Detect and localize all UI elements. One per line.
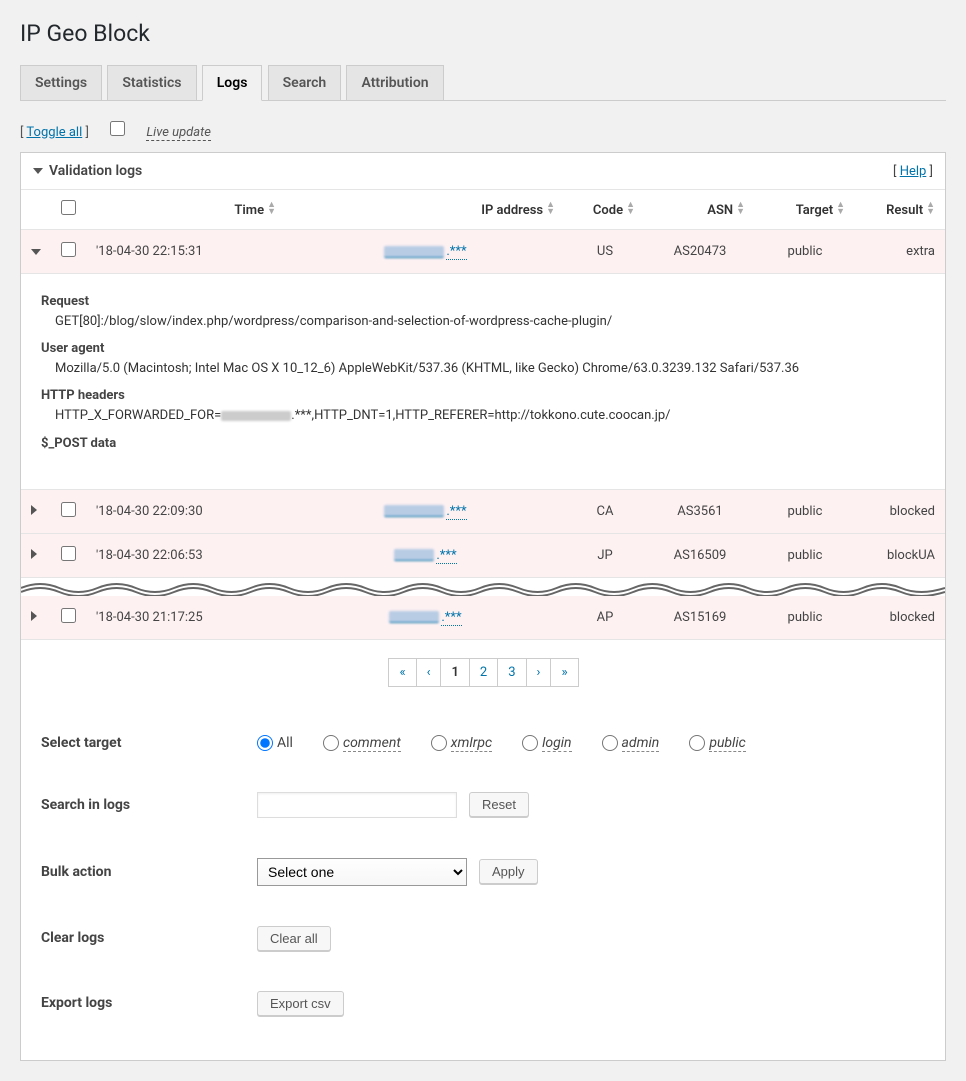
col-target[interactable]: Target — [755, 190, 855, 230]
col-asn[interactable]: ASN — [645, 190, 755, 230]
request-label: Request — [41, 294, 925, 309]
table-row[interactable]: '18-04-30 22:06:53 .*** JP AS16509 publi… — [21, 533, 945, 577]
export-logs-label: Export logs — [37, 995, 257, 1011]
cell-result: blocked — [855, 596, 945, 640]
sort-icon — [736, 201, 745, 217]
row-checkbox[interactable] — [61, 608, 76, 623]
row-checkbox[interactable] — [61, 502, 76, 517]
cell-result: blocked — [855, 490, 945, 534]
row-checkbox[interactable] — [61, 546, 76, 561]
page-next[interactable]: › — [526, 658, 552, 687]
cell-time: '18-04-30 21:17:25 — [86, 596, 286, 640]
page-2[interactable]: 2 — [469, 658, 498, 687]
headers-label: HTTP headers — [41, 388, 925, 403]
cell-code: CA — [565, 490, 645, 534]
col-time[interactable]: Time — [86, 190, 286, 230]
page-first[interactable]: « — [388, 658, 416, 687]
table-row[interactable]: '18-04-30 22:09:30 .*** CA AS3561 public… — [21, 490, 945, 534]
sort-icon — [836, 201, 845, 217]
row-checkbox[interactable] — [61, 242, 76, 257]
clear-all-button[interactable]: Clear all — [257, 926, 331, 951]
cell-code: JP — [565, 533, 645, 577]
export-csv-button[interactable]: Export csv — [257, 991, 344, 1016]
radio-all[interactable] — [257, 735, 273, 751]
headers-value: HTTP_X_FORWARDED_FOR=.***,HTTP_DNT=1,HTT… — [55, 407, 925, 425]
cell-asn: AS20473 — [645, 230, 755, 274]
page-1[interactable]: 1 — [440, 658, 469, 687]
cell-asn: AS16509 — [645, 533, 755, 577]
select-target-label: Select target — [37, 735, 257, 751]
expand-icon[interactable] — [31, 505, 37, 515]
bulk-action-select[interactable]: Select one — [257, 858, 467, 886]
page-prev[interactable]: ‹ — [416, 658, 442, 687]
ip-link[interactable]: .*** — [384, 244, 466, 259]
cell-code: US — [565, 230, 645, 274]
tab-attribution[interactable]: Attribution — [346, 65, 443, 100]
expand-icon[interactable] — [31, 549, 37, 559]
page-last[interactable]: » — [550, 658, 578, 687]
section-header[interactable]: Validation logs [ Help ] — [21, 153, 945, 189]
section-title: Validation logs — [49, 163, 142, 179]
tab-statistics[interactable]: Statistics — [107, 65, 196, 100]
sort-icon — [546, 201, 555, 217]
clear-logs-label: Clear logs — [37, 930, 257, 946]
page-3[interactable]: 3 — [497, 658, 526, 687]
cell-time: '18-04-30 22:06:53 — [86, 533, 286, 577]
col-result[interactable]: Result — [855, 190, 945, 230]
ip-link[interactable]: .*** — [389, 610, 461, 625]
live-update-checkbox[interactable] — [110, 121, 125, 136]
request-value: GET[80]:/blog/slow/index.php/wordpress/c… — [55, 313, 925, 331]
radio-xmlrpc[interactable] — [431, 735, 447, 751]
reset-button[interactable]: Reset — [469, 792, 529, 817]
ip-link[interactable]: .*** — [394, 548, 456, 563]
cell-result: blockUA — [855, 533, 945, 577]
cell-asn: AS15169 — [645, 596, 755, 640]
cell-result: extra — [855, 230, 945, 274]
row-detail: Request GET[80]:/blog/slow/index.php/wor… — [21, 274, 945, 490]
live-update-label: Live update — [146, 125, 211, 141]
bulk-action-label: Bulk action — [37, 864, 257, 880]
post-label: $_POST data — [41, 436, 925, 451]
search-input[interactable] — [257, 792, 457, 818]
cell-target: public — [755, 230, 855, 274]
radio-login[interactable] — [522, 735, 538, 751]
search-label: Search in logs — [37, 797, 257, 813]
cell-time: '18-04-30 22:09:30 — [86, 490, 286, 534]
cell-target: public — [755, 533, 855, 577]
checkbox-select-all[interactable] — [61, 200, 76, 215]
nav-tabs: Settings Statistics Logs Search Attribut… — [20, 65, 946, 101]
ua-value: Mozilla/5.0 (Macintosh; Intel Mac OS X 1… — [55, 360, 925, 378]
cell-target: public — [755, 596, 855, 640]
log-table: Time IP address Code ASN Target Result '… — [21, 189, 945, 640]
expand-icon[interactable] — [31, 611, 37, 621]
table-row[interactable]: '18-04-30 22:15:31 .*** US AS20473 publi… — [21, 230, 945, 274]
sort-icon — [926, 201, 935, 217]
sort-icon — [267, 201, 276, 217]
tab-search[interactable]: Search — [268, 65, 342, 100]
radio-comment[interactable] — [323, 735, 339, 751]
toggle-all-link[interactable]: Toggle all — [26, 125, 82, 140]
cell-code: AP — [565, 596, 645, 640]
expand-icon[interactable] — [31, 249, 41, 255]
table-row[interactable]: '18-04-30 21:17:25 .*** AP AS15169 publi… — [21, 596, 945, 640]
help-link[interactable]: Help — [900, 164, 927, 179]
col-code[interactable]: Code — [565, 190, 645, 230]
page-title: IP Geo Block — [20, 20, 946, 47]
ip-link[interactable]: .*** — [384, 504, 466, 519]
torn-edge-divider — [21, 578, 945, 596]
cell-time: '18-04-30 22:15:31 — [86, 230, 286, 274]
help-wrap: [ Help ] — [893, 164, 933, 179]
sort-icon — [626, 201, 635, 217]
apply-button[interactable]: Apply — [479, 859, 538, 884]
tab-logs[interactable]: Logs — [202, 65, 263, 101]
collapse-icon — [33, 168, 43, 174]
radio-public[interactable] — [689, 735, 705, 751]
pagination: «‹123›» — [21, 640, 945, 705]
tab-settings[interactable]: Settings — [20, 65, 102, 100]
cell-asn: AS3561 — [645, 490, 755, 534]
col-ip[interactable]: IP address — [286, 190, 565, 230]
ua-label: User agent — [41, 341, 925, 356]
radio-admin[interactable] — [602, 735, 618, 751]
cell-target: public — [755, 490, 855, 534]
